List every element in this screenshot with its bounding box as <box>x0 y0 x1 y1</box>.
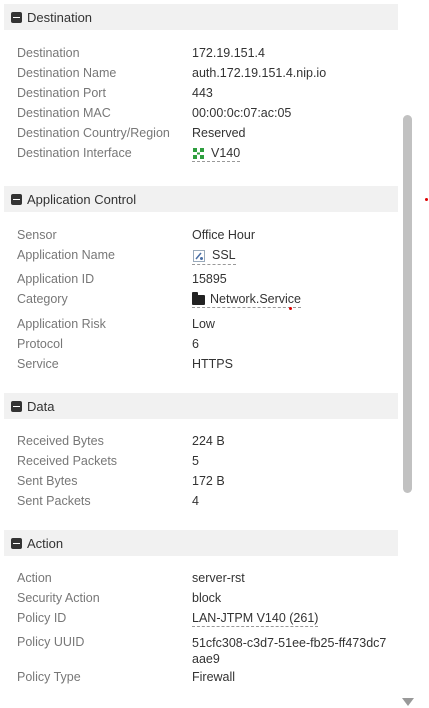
field-label: Destination Name <box>17 66 117 80</box>
field-label: Sensor <box>17 228 57 242</box>
field-value: 172 B <box>192 474 225 488</box>
section-title: Destination <box>27 9 93 25</box>
field-label: Security Action <box>17 591 100 605</box>
section-title: Action <box>27 535 64 551</box>
field-label: Application Risk <box>17 317 106 331</box>
section-header-application-control[interactable]: Application Control <box>4 186 398 212</box>
scroll-down-arrow-icon[interactable] <box>402 698 414 706</box>
policy-uuid-line-2: aae9 <box>192 652 220 666</box>
field-label: Category <box>17 292 68 306</box>
field-value: 5 <box>192 454 199 468</box>
network-interface-icon <box>193 148 204 160</box>
section-header-data[interactable]: Data <box>4 393 398 419</box>
field-label: Destination MAC <box>17 106 111 120</box>
policy-id-link[interactable]: LAN-JTPM V140 (261) <box>192 611 319 627</box>
section-header-destination[interactable]: Destination <box>4 4 398 30</box>
collapse-icon[interactable] <box>11 11 22 23</box>
field-label: Destination <box>17 46 80 60</box>
field-label: Policy UUID <box>17 635 85 649</box>
section-title: Application Control <box>27 191 137 207</box>
section-header-action[interactable]: Action <box>4 530 398 556</box>
section-title: Data <box>27 398 55 414</box>
field-label: Application ID <box>17 272 95 286</box>
field-value: Office Hour <box>192 228 255 242</box>
field-value: Reserved <box>192 126 246 140</box>
folder-icon <box>192 291 205 305</box>
field-label: Sent Bytes <box>17 474 78 488</box>
field-label: Destination Country/Region <box>17 126 170 140</box>
field-value: 00:00:0c:07:ac:05 <box>192 106 292 120</box>
field-value: server-rst <box>192 571 245 585</box>
collapse-icon[interactable] <box>11 193 22 205</box>
field-value: 443 <box>192 86 213 100</box>
field-label: Received Packets <box>17 454 118 468</box>
field-label: Policy ID <box>17 611 67 625</box>
field-value: 224 B <box>192 434 225 448</box>
field-value: block <box>192 591 222 605</box>
interface-name: V140 <box>211 146 241 160</box>
cursor-marker <box>425 198 428 201</box>
collapse-icon[interactable] <box>11 537 22 549</box>
field-value: 15895 <box>192 272 227 286</box>
log-details-panel: Destination Destination 172.19.151.4 Des… <box>0 0 400 708</box>
field-label: Destination Interface <box>17 146 132 160</box>
field-label: Protocol <box>17 337 63 351</box>
field-value: 4 <box>192 494 199 508</box>
field-value: 6 <box>192 337 199 351</box>
field-value: HTTPS <box>192 357 233 371</box>
field-value: Firewall <box>192 670 236 684</box>
category-link[interactable]: Network.Service <box>192 291 301 308</box>
field-label: Application Name <box>17 248 115 262</box>
application-link[interactable]: SSL <box>192 248 236 265</box>
field-value: auth.172.19.151.4.nip.io <box>192 66 327 80</box>
field-value: Low <box>192 317 215 331</box>
field-label: Destination Port <box>17 86 106 100</box>
field-label: Service <box>17 357 59 371</box>
category-name: Network.Service <box>210 292 301 306</box>
scrollbar-thumb[interactable] <box>403 115 412 493</box>
field-label: Received Bytes <box>17 434 104 448</box>
field-label: Action <box>17 571 52 585</box>
field-value: 172.19.151.4 <box>192 46 265 60</box>
cursor-marker <box>289 307 292 310</box>
application-name: SSL <box>212 248 236 262</box>
collapse-icon[interactable] <box>11 400 22 412</box>
field-value: 51cfc308-c3d7-51ee-fb25-ff473dc7 aae9 <box>192 635 386 667</box>
field-label: Policy Type <box>17 670 81 684</box>
field-label: Sent Packets <box>17 494 91 508</box>
application-icon <box>193 249 205 262</box>
policy-uuid-line-1: 51cfc308-c3d7-51ee-fb25-ff473dc7 <box>192 636 387 650</box>
interface-link[interactable]: V140 <box>192 146 241 163</box>
